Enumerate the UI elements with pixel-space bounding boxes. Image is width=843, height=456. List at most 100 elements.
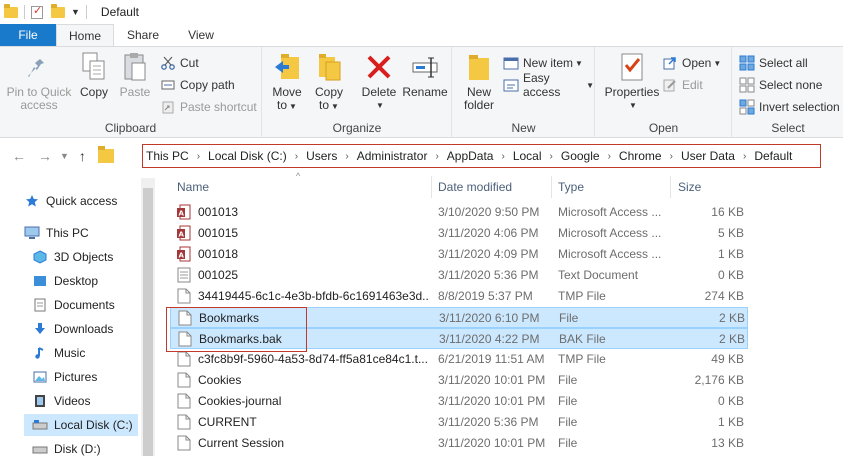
nav-label: Music: [54, 346, 86, 360]
delete-button[interactable]: Delete ▼: [359, 51, 399, 112]
copy-button[interactable]: Copy: [76, 51, 112, 99]
breadcrumb-item[interactable]: This PC: [146, 149, 189, 163]
customize-toolbar-chevron-icon[interactable]: ▼: [71, 7, 80, 17]
scrollbar-thumb[interactable]: [143, 188, 153, 456]
nav-item-desktop[interactable]: Desktop: [32, 270, 98, 292]
tab-file[interactable]: File: [0, 24, 56, 46]
nav-item-quick-access[interactable]: Quick access: [24, 190, 117, 212]
chevron-right-icon[interactable]: ›: [670, 151, 673, 162]
copy-to-button[interactable]: Copy to ▼: [311, 51, 347, 113]
nav-item-pictures[interactable]: Pictures: [32, 366, 97, 388]
breadcrumb-item[interactable]: Google: [561, 149, 600, 163]
file-row[interactable]: Cookies-journal 3/11/2020 10:01 PM File 0 K…: [170, 391, 748, 412]
copy-path-label: Copy path: [180, 78, 235, 92]
file-icon: [177, 414, 191, 430]
breadcrumb-item[interactable]: Administrator: [357, 149, 428, 163]
tab-home[interactable]: Home: [56, 24, 114, 46]
file-type: File: [559, 311, 579, 325]
column-header-date-modified[interactable]: Date modified: [438, 180, 512, 194]
invert-selection-label: Invert selection: [759, 100, 840, 114]
file-row[interactable]: Current Session 3/11/2020 10:01 PM File 13 …: [170, 433, 748, 454]
rename-button[interactable]: Rename: [402, 51, 448, 99]
chevron-right-icon[interactable]: ›: [435, 151, 438, 162]
file-date-modified: 3/11/2020 4:09 PM: [438, 247, 539, 261]
file-date-modified: 3/11/2020 4:06 PM: [438, 226, 539, 240]
chevron-right-icon[interactable]: ›: [608, 151, 611, 162]
nav-label: Quick access: [46, 194, 118, 208]
chevron-right-icon[interactable]: ›: [197, 151, 200, 162]
breadcrumb-item[interactable]: Local Disk (C:): [208, 149, 287, 163]
file-type: TMP File: [558, 352, 606, 366]
properties-check-icon[interactable]: [31, 4, 43, 19]
nav-item-documents[interactable]: Documents: [32, 294, 115, 316]
navigation-scrollbar[interactable]: [141, 178, 155, 456]
new-group-label: New: [511, 121, 536, 135]
open-group: Properties ▼ Open ▼ Edit Open: [596, 47, 732, 138]
select-all-button[interactable]: Select all: [739, 53, 808, 73]
file-row[interactable]: 001025 3/11/2020 5:36 PM Text Document 0 KB: [170, 265, 748, 286]
breadcrumb-item[interactable]: Chrome: [619, 149, 662, 163]
select-none-icon: [739, 77, 755, 93]
edit-button[interactable]: Edit: [662, 75, 703, 95]
easy-access-button[interactable]: Easy access ▼: [503, 71, 594, 99]
paste-shortcut-button[interactable]: Paste shortcut: [160, 97, 257, 117]
paste-button[interactable]: Paste: [116, 51, 154, 99]
nav-label: Pictures: [54, 370, 98, 384]
file-row[interactable]: Cookies 3/11/2020 10:01 PM File 2,176 KB: [170, 370, 748, 391]
chevron-right-icon[interactable]: ›: [295, 151, 298, 162]
nav-item-this-pc[interactable]: This PC: [24, 222, 89, 244]
folder-icon: [4, 3, 18, 18]
new-item-button[interactable]: New item ▼: [503, 53, 583, 73]
new-folder-icon[interactable]: [51, 3, 65, 18]
chevron-right-icon[interactable]: ›: [743, 151, 746, 162]
breadcrumb-item-current[interactable]: Default: [754, 149, 792, 163]
nav-item-videos[interactable]: Videos: [32, 390, 90, 412]
file-row[interactable]: CURRENT 3/11/2020 5:36 PM File 1 KB: [170, 412, 748, 433]
up-arrow-icon[interactable]: ↑: [79, 148, 86, 164]
column-header-name[interactable]: Name: [177, 180, 209, 194]
breadcrumb-item[interactable]: Users: [306, 149, 337, 163]
properties-button[interactable]: Properties ▼: [602, 51, 662, 112]
paste-shortcut-icon: [160, 99, 176, 115]
cube-icon: [32, 250, 48, 264]
nav-item-local-disk-c[interactable]: Local Disk (C:): [24, 414, 138, 436]
column-header-type[interactable]: Type: [558, 180, 584, 194]
recent-locations-chevron-icon[interactable]: ▼: [60, 151, 69, 161]
file-type: Text Document: [558, 268, 639, 282]
breadcrumb-item[interactable]: Local: [513, 149, 542, 163]
cut-button[interactable]: Cut: [160, 53, 199, 73]
select-group: Select all Select none Invert selection …: [733, 47, 843, 138]
nav-item-3d-objects[interactable]: 3D Objects: [32, 246, 113, 268]
invert-selection-button[interactable]: Invert selection: [739, 97, 840, 117]
select-none-button[interactable]: Select none: [739, 75, 822, 95]
nav-item-disk-d[interactable]: Disk (D:): [32, 438, 101, 456]
breadcrumb-item[interactable]: AppData: [447, 149, 494, 163]
file-row[interactable]: A 001015 3/11/2020 4:06 PM Microsoft Access…: [170, 223, 748, 244]
back-arrow-icon[interactable]: ←: [12, 148, 26, 164]
nav-item-music[interactable]: Music: [32, 342, 85, 364]
file-row[interactable]: A 001018 3/11/2020 4:09 PM Microsoft Access…: [170, 244, 748, 265]
pin-label-2: access: [20, 98, 58, 112]
file-row[interactable]: 34419445-6c1c-4e3b-bfdb-6c1691463e3d... 8…: [170, 286, 748, 307]
forward-arrow-icon[interactable]: →: [38, 148, 52, 164]
column-header-size[interactable]: Size: [678, 180, 701, 194]
tab-view[interactable]: View: [172, 24, 230, 46]
open-button[interactable]: Open ▼: [662, 53, 721, 73]
breadcrumb-item[interactable]: User Data: [681, 149, 735, 163]
tab-share[interactable]: Share: [114, 24, 172, 46]
chevron-right-icon[interactable]: ›: [550, 151, 553, 162]
file-date-modified: 3/11/2020 5:36 PM: [438, 268, 539, 282]
copy-path-button[interactable]: Copy path: [160, 75, 235, 95]
nav-item-downloads[interactable]: Downloads: [32, 318, 113, 340]
file-row[interactable]: A 001013 3/10/2020 9:50 PM Microsoft Access…: [170, 202, 748, 223]
file-row[interactable]: c3fc8b9f-5960-4a53-8d74-ff5a81ce84c1.t..…: [170, 349, 748, 370]
paste-shortcut-label: Paste shortcut: [180, 100, 257, 114]
new-item-icon: [503, 55, 519, 71]
copy-to-label-2: to: [319, 98, 330, 112]
new-folder-button[interactable]: New folder: [459, 51, 499, 112]
move-to-button[interactable]: Move to ▼: [269, 51, 305, 113]
chevron-right-icon[interactable]: ›: [501, 151, 504, 162]
chevron-right-icon[interactable]: ›: [345, 151, 348, 162]
breadcrumb[interactable]: This PC › Local Disk (C:) › Users › Admi…: [142, 144, 821, 168]
pin-to-quick-access-button[interactable]: Pin to Quick access: [6, 51, 72, 112]
